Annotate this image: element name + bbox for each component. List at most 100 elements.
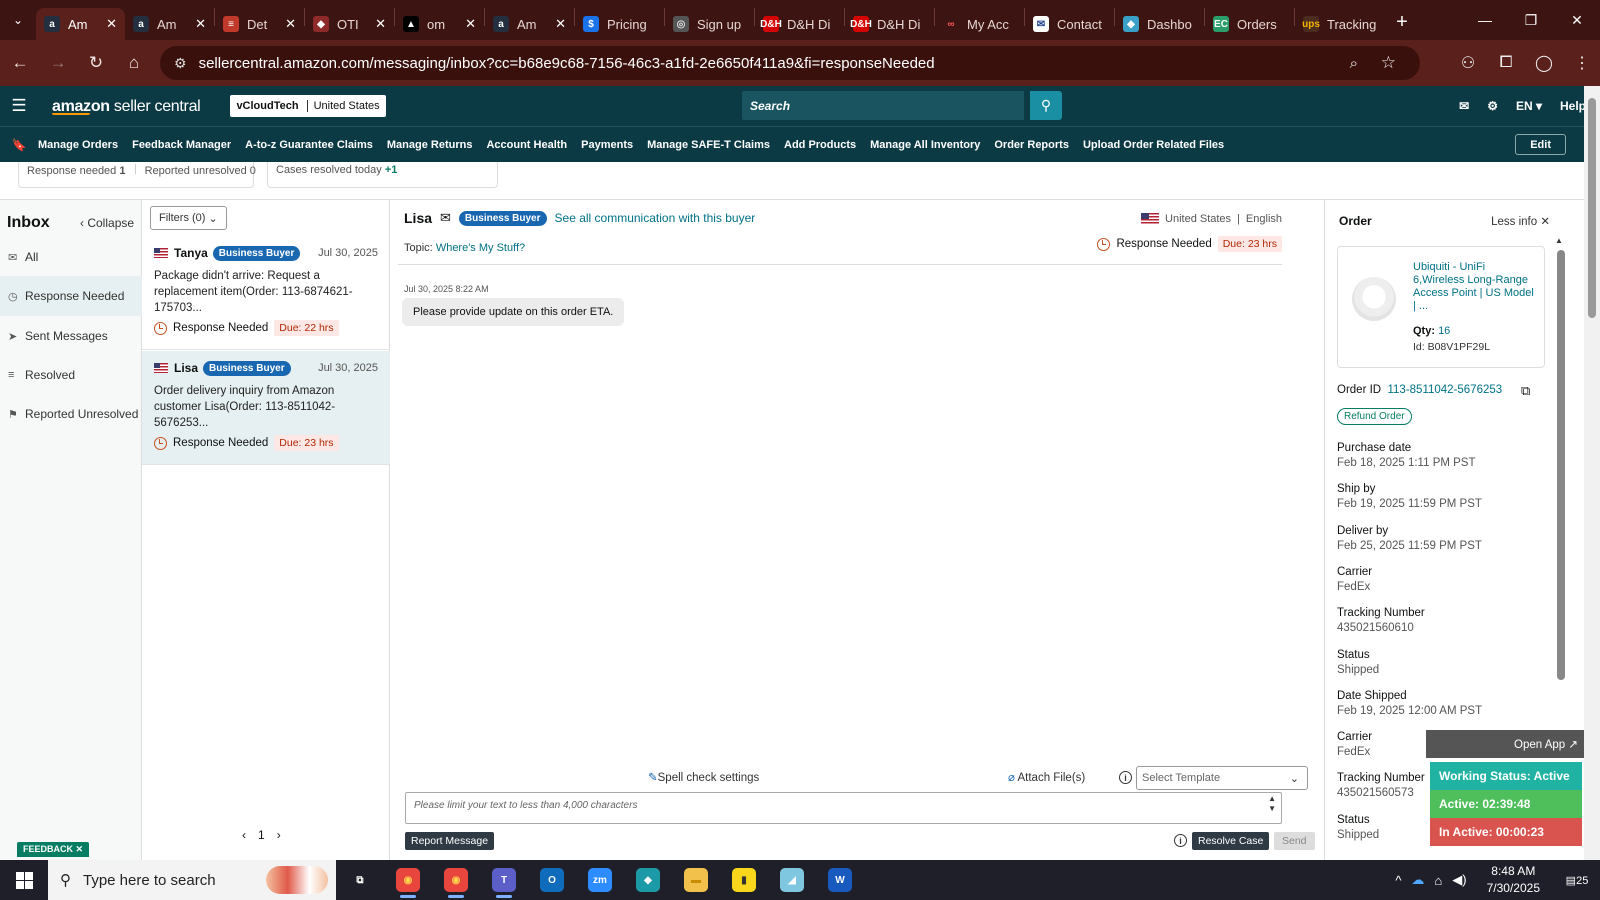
resolve-case-button[interactable]: Resolve Case — [1192, 832, 1270, 850]
nav-link[interactable]: Add Products — [784, 139, 856, 151]
spell-check-settings-link[interactable]: ✎Spell check settings — [648, 770, 759, 784]
next-page-icon[interactable]: › — [277, 828, 281, 842]
stat-card-resolved[interactable]: Cases resolved today +1 — [267, 162, 498, 188]
windows-start-icon[interactable] — [0, 860, 48, 900]
browser-tab[interactable]: ≡ Det ✕ — [215, 8, 304, 40]
tray-chevron-up-icon[interactable]: ^ — [1395, 873, 1401, 888]
folder-resolved[interactable]: ≡ Resolved — [0, 355, 142, 395]
tab-close-icon[interactable]: ✕ — [555, 16, 566, 32]
topic-link[interactable]: Where's My Stuff? — [436, 242, 525, 254]
feedback-tab[interactable]: FEEDBACK ✕ — [17, 842, 90, 857]
browser-tab[interactable]: a Am ✕ — [36, 8, 125, 40]
network-icon[interactable]: ⌂ — [1434, 873, 1442, 888]
order-id-link[interactable]: 113-8511042-5676253 — [1387, 384, 1502, 396]
tab-close-icon[interactable]: ✕ — [285, 16, 296, 32]
taskbar-search-input[interactable]: ⚲ Type here to search — [48, 860, 336, 900]
page-scrollbar[interactable] — [1584, 86, 1600, 860]
browser-tab[interactable]: ∞ My Acc — [935, 8, 1024, 40]
browser-tab[interactable]: $ Pricing — [575, 8, 664, 40]
extensions-puzzle-icon[interactable]: ⧠ — [1494, 54, 1518, 72]
browser-menu-icon[interactable]: ⋮ — [1570, 53, 1594, 73]
back-icon[interactable]: ← — [2, 45, 38, 81]
less-info-button[interactable]: Less info ✕ — [1491, 214, 1550, 228]
nav-link[interactable]: Manage All Inventory — [870, 139, 980, 151]
stat-card-response[interactable]: Response needed 1 Reported unresolved 0 — [18, 162, 256, 188]
nav-link[interactable]: Manage Orders — [38, 139, 118, 151]
browser-tab[interactable]: D&H D&H Di — [755, 8, 844, 40]
browser-tab[interactable]: a Am ✕ — [125, 8, 214, 40]
report-message-button[interactable]: Report Message — [405, 832, 495, 850]
volume-icon[interactable]: ◀) — [1452, 872, 1466, 888]
restore-icon[interactable]: ❐ — [1508, 0, 1554, 40]
browser-tab[interactable]: ◆ Dashbo — [1115, 8, 1204, 40]
nav-link[interactable]: Account Health — [486, 139, 567, 151]
taskbar-clock[interactable]: 8:48 AM 7/30/2025 — [1487, 863, 1540, 897]
notifications-button[interactable]: ▤25 — [1560, 874, 1594, 887]
tab-close-icon[interactable]: ✕ — [106, 16, 117, 32]
browser-tab[interactable]: ◆ OTI ✕ — [305, 8, 394, 40]
tab-close-icon[interactable]: ✕ — [195, 16, 206, 32]
product-name-link[interactable]: Ubiquiti - UniFi 6,Wireless Long-Range A… — [1413, 261, 1537, 313]
refund-order-button[interactable]: Refund Order — [1337, 408, 1412, 425]
browser-tab[interactable]: ◎ Sign up — [665, 8, 754, 40]
browser-tab[interactable]: a Am ✕ — [485, 8, 574, 40]
nav-link[interactable]: Manage Returns — [387, 139, 473, 151]
reload-icon[interactable]: ↻ — [78, 45, 114, 81]
conversation-item[interactable]: Lisa Business Buyer Jul 30, 2025 Order deli… — [142, 351, 390, 465]
help-link[interactable]: Help — [1560, 99, 1586, 113]
open-app-button[interactable]: Open App ↗ — [1426, 730, 1584, 758]
extension-nl-icon[interactable]: ⚇ — [1456, 53, 1480, 73]
scroll-up-icon[interactable]: ▲ — [1555, 236, 1563, 245]
menu-icon[interactable]: ☰ — [0, 96, 38, 116]
file-explorer-icon[interactable]: ▬ — [672, 860, 720, 900]
browser-tab[interactable]: D&H D&H Di — [845, 8, 934, 40]
template-info-icon[interactable]: i — [1119, 771, 1132, 784]
tab-search-icon[interactable]: ⌄ — [0, 0, 36, 40]
textarea-resize-icon[interactable]: ▲ ▼ — [1268, 794, 1276, 814]
folder-response-needed[interactable]: ◷ Response Needed — [0, 276, 142, 316]
collapse-button[interactable]: ‹ Collapse — [80, 216, 134, 230]
home-icon[interactable]: ⌂ — [116, 45, 152, 81]
envelope-icon[interactable]: ✉ — [440, 210, 451, 226]
order-scrollbar[interactable] — [1557, 250, 1565, 680]
folder-reported-unresolved[interactable]: ⚑ Reported Unresolved — [0, 394, 142, 434]
teams-icon[interactable]: T — [480, 860, 528, 900]
site-info-icon[interactable]: ⚙ — [174, 55, 187, 72]
outlook-icon[interactable]: O — [528, 860, 576, 900]
settings-gear-icon[interactable]: ⚙ — [1487, 99, 1498, 113]
page-scrollbar-thumb[interactable] — [1588, 98, 1596, 318]
see-all-communication-link[interactable]: See all communication with this buyer — [555, 211, 756, 225]
language-selector[interactable]: EN ▾ — [1516, 99, 1542, 113]
forward-icon[interactable]: → — [40, 45, 76, 81]
folder-all[interactable]: ✉ All — [0, 237, 142, 277]
nav-link[interactable]: Payments — [581, 139, 633, 151]
zoom-icon[interactable]: zm — [576, 860, 624, 900]
nav-link[interactable]: Order Reports — [994, 139, 1069, 151]
folder-sent-messages[interactable]: ➤ Sent Messages — [0, 316, 142, 356]
sticky-notes-icon[interactable]: ▮ — [720, 860, 768, 900]
snip-icon[interactable]: ◢ — [768, 860, 816, 900]
send-button[interactable]: Send — [1274, 832, 1315, 850]
browser-tab[interactable]: ▲ om ✕ — [395, 8, 484, 40]
chrome-profile-icon[interactable]: ◉ — [432, 860, 480, 900]
new-tab-button[interactable]: + — [1384, 11, 1420, 34]
nav-link[interactable]: Upload Order Related Files — [1083, 139, 1224, 151]
browser-tab[interactable]: EC Orders — [1205, 8, 1294, 40]
close-window-icon[interactable]: ✕ — [1554, 0, 1600, 40]
filters-button[interactable]: Filters (0) ⌄ — [150, 206, 227, 230]
chrome-icon[interactable]: ◉ — [384, 860, 432, 900]
resolve-info-icon[interactable]: i — [1174, 834, 1187, 847]
address-bar[interactable]: ⚙ sellercentral.amazon.com/messaging/inb… — [160, 46, 1420, 80]
browser-tab[interactable]: ✉ Contact — [1025, 8, 1114, 40]
select-template-dropdown[interactable]: Select Template ⌄ — [1136, 766, 1308, 790]
messages-mail-icon[interactable]: ✉ — [1459, 99, 1469, 113]
browser-tab[interactable]: ups Tracking — [1295, 8, 1384, 40]
nav-link[interactable]: Manage SAFE-T Claims — [647, 139, 770, 151]
seller-central-logo[interactable]: amazon seller central — [52, 98, 201, 115]
bookmark-icon[interactable]: 🔖 — [0, 138, 38, 152]
profile-icon[interactable]: ◯ — [1532, 53, 1556, 73]
onedrive-icon[interactable]: ☁ — [1411, 872, 1424, 888]
bookmark-star-icon[interactable]: ☆ — [1381, 53, 1396, 73]
edit-nav-button[interactable]: Edit — [1515, 134, 1566, 155]
tab-close-icon[interactable]: ✕ — [375, 16, 386, 32]
